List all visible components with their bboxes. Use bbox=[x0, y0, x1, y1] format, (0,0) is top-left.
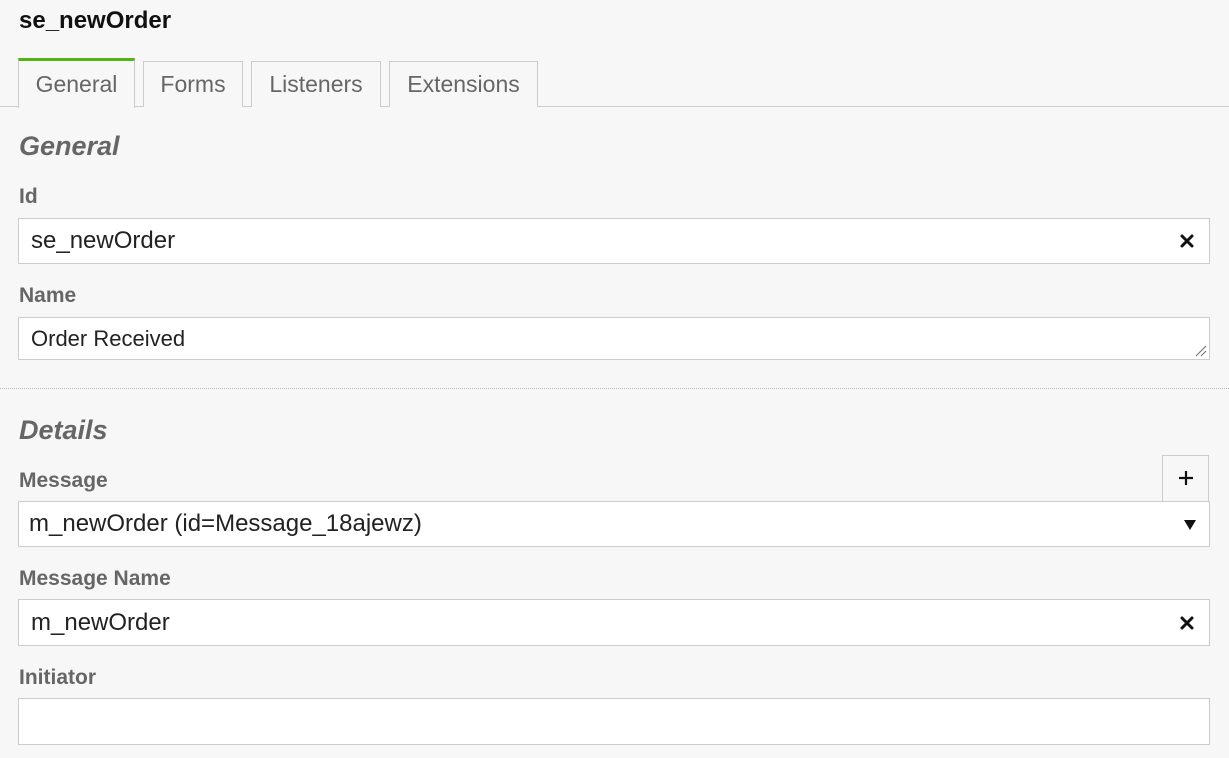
panel-title: se_newOrder bbox=[19, 7, 172, 34]
name-field[interactable]: Order Received bbox=[18, 317, 1210, 360]
group-title-general: General bbox=[19, 131, 120, 161]
properties-panel: se_newOrder General Forms Listeners Exte… bbox=[0, 0, 1229, 758]
initiator-input[interactable] bbox=[31, 699, 1161, 744]
id-field bbox=[18, 218, 1210, 264]
message-name-field bbox=[18, 599, 1210, 646]
tab-extensions[interactable]: Extensions bbox=[389, 61, 538, 107]
group-separator bbox=[0, 388, 1229, 389]
tab-listeners[interactable]: Listeners bbox=[251, 61, 381, 107]
message-selected-value: m_newOrder (id=Message_18ajewz) bbox=[29, 510, 422, 537]
caret-down-icon bbox=[1183, 518, 1197, 530]
initiator-field bbox=[18, 698, 1210, 745]
name-textarea[interactable]: Order Received bbox=[31, 318, 185, 359]
message-label: Message bbox=[19, 469, 108, 492]
message-name-input[interactable] bbox=[31, 600, 1161, 645]
resize-grip-icon[interactable] bbox=[1193, 343, 1207, 357]
initiator-label: Initiator bbox=[19, 666, 96, 689]
add-message-button[interactable] bbox=[1162, 455, 1209, 501]
close-icon[interactable] bbox=[1177, 231, 1197, 251]
name-label: Name bbox=[19, 284, 77, 307]
id-input[interactable] bbox=[31, 219, 1161, 263]
id-label: Id bbox=[19, 185, 38, 208]
group-title-details: Details bbox=[19, 415, 108, 445]
close-icon[interactable] bbox=[1177, 613, 1197, 633]
tab-bar: General Forms Listeners Extensions bbox=[0, 58, 1229, 108]
tab-general[interactable]: General bbox=[18, 58, 135, 108]
message-name-label: Message Name bbox=[19, 567, 171, 590]
plus-icon bbox=[1179, 471, 1193, 485]
message-select[interactable]: m_newOrder (id=Message_18ajewz) bbox=[18, 501, 1210, 547]
tab-forms[interactable]: Forms bbox=[143, 61, 243, 107]
